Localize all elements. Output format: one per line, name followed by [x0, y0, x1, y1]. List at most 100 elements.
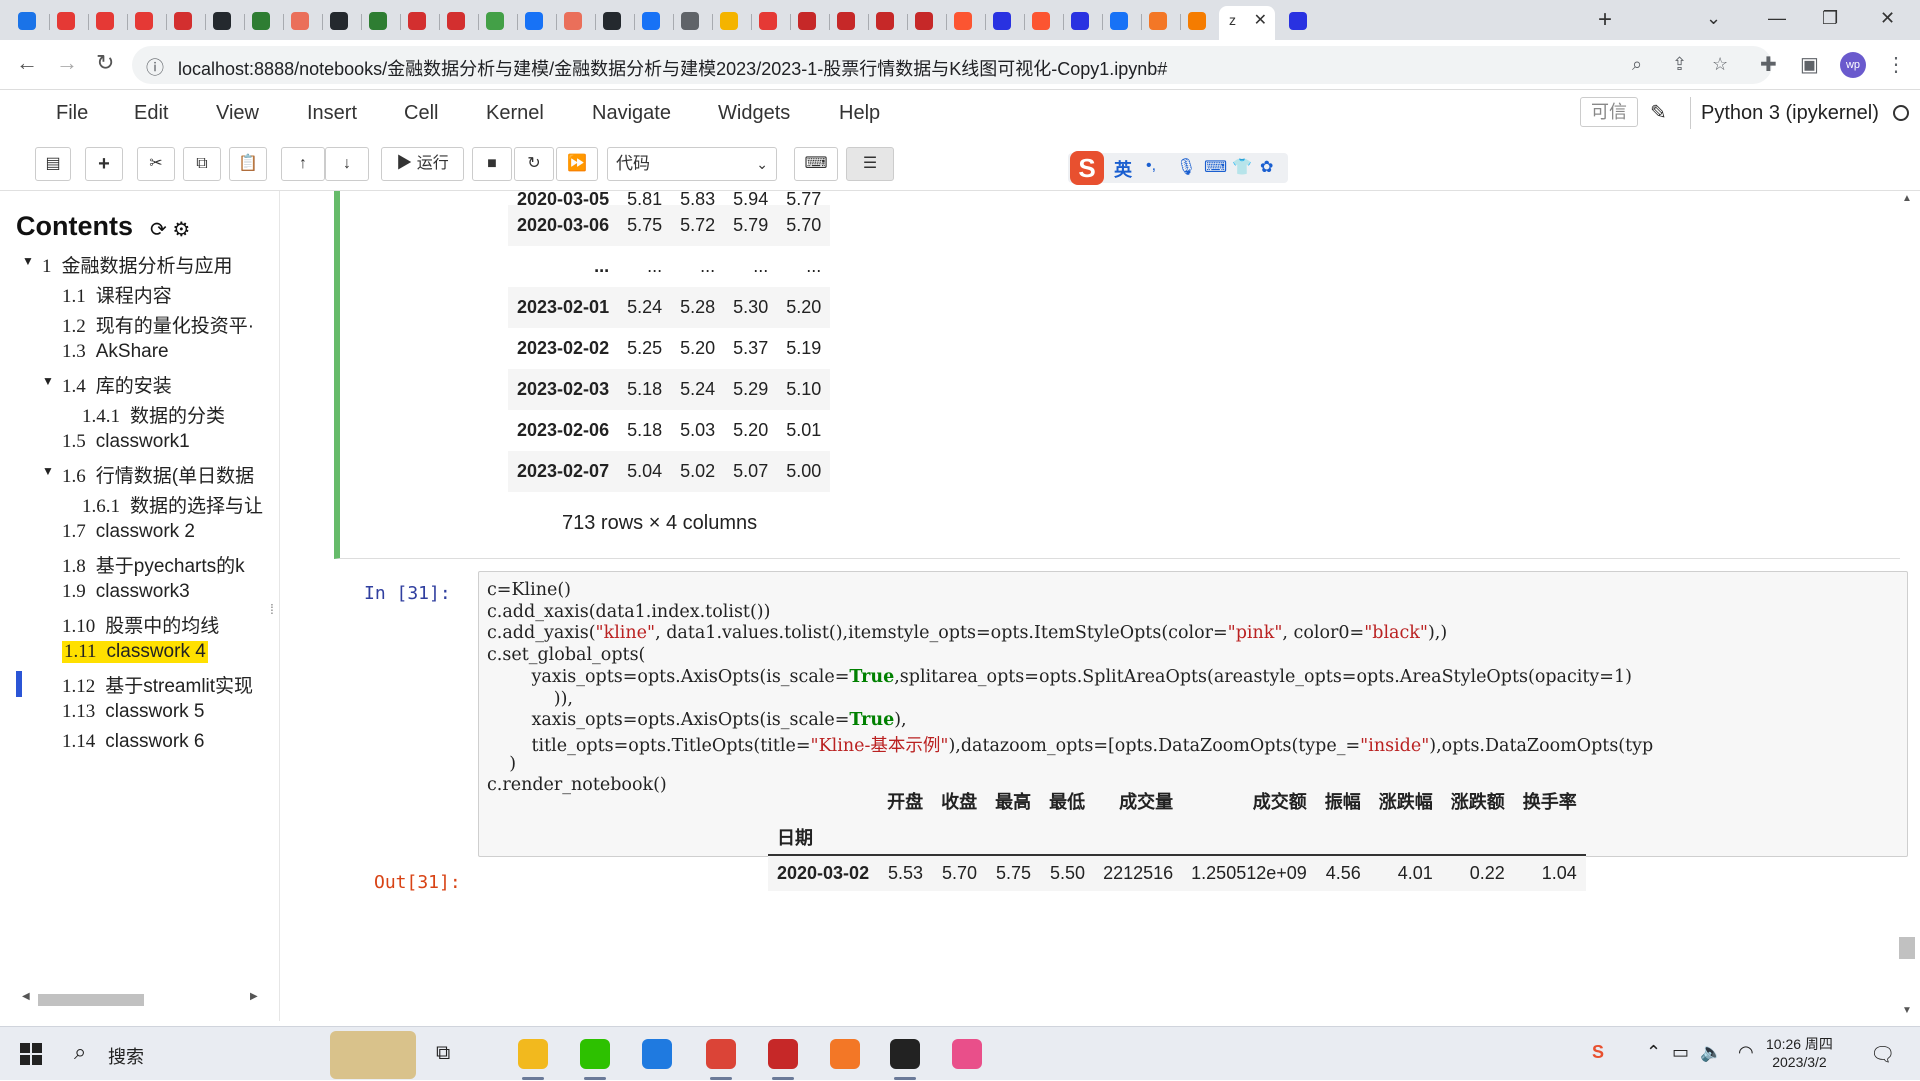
toc-item-1-4-1[interactable]: 1.4.1 数据的分类: [82, 401, 225, 428]
browser-tab[interactable]: [981, 6, 1025, 36]
browser-tab[interactable]: [552, 6, 596, 36]
browser-tab[interactable]: [474, 6, 518, 36]
browser-tab[interactable]: [357, 6, 401, 36]
forward-icon[interactable]: →: [56, 50, 78, 76]
toc-item-1-3[interactable]: 1.3 AkShare: [62, 341, 169, 363]
browser-tab[interactable]: [669, 6, 713, 36]
system-clock[interactable]: 10:26 周四 2023/3/2: [1766, 1035, 1833, 1071]
browser-tab[interactable]: [123, 6, 167, 36]
site-info-icon[interactable]: ⓘ: [146, 54, 164, 80]
xmind-icon[interactable]: [768, 1039, 798, 1080]
task-view-icon[interactable]: ⧉: [436, 1042, 450, 1065]
address-bar[interactable]: ⓘ localhost:8888/notebooks/金融数据分析与建模/金融数…: [132, 46, 1772, 84]
collapse-triangle-icon[interactable]: ▼: [42, 464, 54, 478]
toc-item-1-13[interactable]: 1.13 classwork 5: [62, 701, 205, 723]
toc-item-1-1[interactable]: 1.1 课程内容: [62, 281, 172, 308]
browser-tab[interactable]: [1059, 6, 1103, 36]
save-icon[interactable]: ▤: [35, 147, 71, 181]
punct-icon[interactable]: •,: [1146, 157, 1156, 175]
toc-item-1-6[interactable]: ▼ 1.6 行情数据(单日数据: [42, 461, 254, 488]
edit-pencil-icon[interactable]: ✎: [1650, 100, 1667, 125]
toc-horizontal-scrollbar[interactable]: ◀ ▶: [22, 991, 262, 1007]
collapse-triangle-icon[interactable]: ▼: [42, 374, 54, 388]
shirt-icon[interactable]: 👕: [1232, 157, 1252, 177]
browser-tab[interactable]: [1277, 6, 1321, 36]
toc-item-1-9[interactable]: 1.9 classwork3: [62, 581, 190, 603]
menu-view[interactable]: View: [216, 102, 259, 125]
scroll-left-icon[interactable]: ◀: [22, 991, 30, 1002]
menu-navigate[interactable]: Navigate: [592, 102, 671, 125]
profile-avatar[interactable]: wp: [1840, 52, 1866, 78]
browser-tab[interactable]: [825, 6, 869, 36]
tab-search-icon[interactable]: ⌄: [1706, 8, 1721, 29]
wifi-icon[interactable]: ◠: [1738, 1042, 1754, 1063]
trusted-badge[interactable]: 可信: [1580, 97, 1638, 127]
browser-tab[interactable]: [942, 6, 986, 36]
photo-app-icon[interactable]: [952, 1039, 982, 1069]
move-up-icon[interactable]: ↑: [281, 147, 325, 181]
scroll-up-icon[interactable]: ▲: [1902, 193, 1912, 204]
ime-toolbar[interactable]: S 英 •, 🎙 ⌨ 👕 ✿: [1068, 151, 1288, 185]
feishu-icon[interactable]: [642, 1039, 672, 1069]
menu-file[interactable]: File: [56, 102, 88, 125]
chrome-icon[interactable]: [706, 1039, 736, 1080]
menu-help[interactable]: Help: [839, 102, 880, 125]
toc-item-1-7[interactable]: 1.7 classwork 2: [62, 521, 195, 543]
browser-tab[interactable]: [591, 6, 635, 36]
browser-tab[interactable]: [162, 6, 206, 36]
browser-tab-active[interactable]: z ✕: [1219, 6, 1275, 40]
mic-icon[interactable]: 🎙: [1176, 157, 1196, 177]
run-button[interactable]: ▶ 运行: [381, 147, 464, 181]
browser-tab[interactable]: [318, 6, 362, 36]
browser-tab[interactable]: [513, 6, 557, 36]
browser-tab[interactable]: [396, 6, 440, 36]
move-down-icon[interactable]: ↓: [325, 147, 369, 181]
browser-tab[interactable]: [6, 6, 50, 36]
toc-toggle-icon[interactable]: ☰: [846, 147, 894, 181]
browser-tab[interactable]: [1098, 6, 1142, 36]
apps-icon[interactable]: ✿: [1260, 157, 1273, 177]
browser-tab[interactable]: [279, 6, 323, 36]
toc-item-1-14[interactable]: 1.14 classwork 6: [62, 731, 205, 753]
browser-tab[interactable]: [747, 6, 791, 36]
toc-refresh-settings-icon[interactable]: ⟳ ⚙: [150, 217, 190, 242]
windows-start-icon[interactable]: [20, 1043, 42, 1065]
interrupt-icon[interactable]: ■: [472, 147, 512, 181]
toc-item-1-10[interactable]: 1.10 股票中的均线: [62, 611, 219, 638]
toc-item-1-12[interactable]: 1.12 基于streamlit实现: [62, 671, 253, 698]
toc-item-1-5[interactable]: 1.5 classwork1: [62, 431, 190, 453]
browser-tab[interactable]: [435, 6, 479, 36]
keyboard-shortcuts-icon[interactable]: ⌨: [794, 147, 838, 181]
cell-type-select[interactable]: 代码 ⌄: [607, 147, 777, 181]
resize-grip-icon[interactable]: ⁞: [270, 601, 274, 617]
menu-kernel[interactable]: Kernel: [486, 102, 544, 125]
browser-tab[interactable]: [1176, 6, 1220, 36]
toc-item-1-6-1[interactable]: 1.6.1 数据的选择与让: [82, 491, 263, 518]
browser-tab[interactable]: [864, 6, 908, 36]
browser-tab[interactable]: [630, 6, 674, 36]
show-hidden-icons-icon[interactable]: ⌃: [1646, 1042, 1661, 1063]
restart-run-all-icon[interactable]: ⏩: [556, 147, 598, 181]
network-icon[interactable]: ▭: [1672, 1042, 1689, 1063]
new-tab-icon[interactable]: +: [1598, 6, 1612, 34]
close-tab-icon[interactable]: ✕: [1254, 10, 1267, 30]
output-cell-prev[interactable]: 2020-03-05 5.81 5.83 5.94 5.77 2020-03-06 5.75…: [334, 191, 1900, 559]
file-explorer-icon[interactable]: [518, 1039, 548, 1080]
toc-item-1[interactable]: ▼ 1 金融数据分析与应用: [22, 251, 233, 278]
browser-tab[interactable]: [45, 6, 89, 36]
toc-item-1-11[interactable]: 1.11 classwork 4: [62, 641, 208, 663]
toc-item-1-2[interactable]: 1.2 现有的量化投资平·: [62, 311, 254, 338]
back-icon[interactable]: ←: [16, 50, 38, 76]
browser-tab[interactable]: [1137, 6, 1181, 36]
zoom-icon[interactable]: ⌕: [1632, 54, 1642, 75]
volume-icon[interactable]: 🔈: [1700, 1042, 1722, 1063]
wechat-icon[interactable]: [580, 1039, 610, 1080]
browser-tab[interactable]: [201, 6, 245, 36]
keyboard-icon[interactable]: ⌨: [1204, 157, 1227, 177]
menu-edit[interactable]: Edit: [134, 102, 168, 125]
menu-insert[interactable]: Insert: [307, 102, 357, 125]
side-panel-icon[interactable]: ▣: [1800, 52, 1819, 77]
collapse-triangle-icon[interactable]: ▼: [22, 254, 34, 268]
browser-menu-icon[interactable]: ⋮: [1886, 52, 1906, 77]
browser-tab[interactable]: [786, 6, 830, 36]
